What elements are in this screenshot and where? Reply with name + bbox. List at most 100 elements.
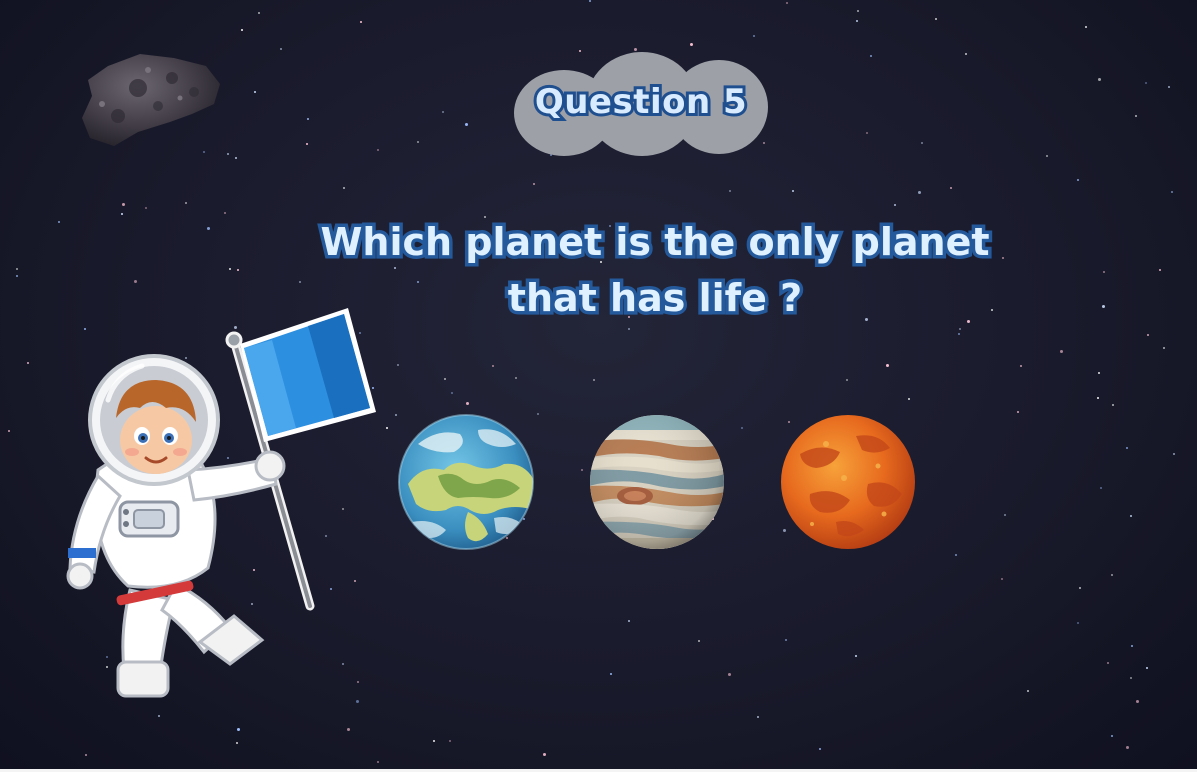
star-dot xyxy=(1111,735,1113,737)
star-dot xyxy=(610,673,612,675)
star-dot xyxy=(58,221,60,223)
star-dot xyxy=(229,268,231,270)
star-dot xyxy=(16,268,18,270)
star-dot xyxy=(628,328,630,330)
star-dot xyxy=(1017,411,1019,413)
star-dot xyxy=(908,398,910,400)
star-dot xyxy=(1102,305,1105,308)
star-dot xyxy=(203,151,205,153)
star-dot xyxy=(360,21,362,23)
star-dot xyxy=(377,149,379,151)
star-dot xyxy=(466,402,469,405)
star-dot xyxy=(1060,350,1063,353)
star-dot xyxy=(307,118,309,120)
star-dot xyxy=(846,379,848,381)
star-dot xyxy=(757,716,759,718)
star-dot xyxy=(1107,662,1109,664)
star-dot xyxy=(593,379,595,381)
star-dot xyxy=(121,213,123,215)
star-dot xyxy=(741,427,743,429)
star-dot xyxy=(207,227,210,230)
star-dot xyxy=(729,190,731,192)
star-dot xyxy=(1111,574,1113,576)
star-dot xyxy=(442,111,444,113)
star-dot xyxy=(728,673,731,676)
star-dot xyxy=(306,143,308,145)
star-dot xyxy=(158,715,160,717)
star-dot xyxy=(855,655,857,657)
star-dot xyxy=(1027,690,1029,692)
star-dot xyxy=(856,20,858,22)
star-dot xyxy=(1004,514,1006,516)
star-dot xyxy=(543,753,546,756)
star-dot xyxy=(533,183,535,185)
star-dot xyxy=(451,392,453,394)
star-dot xyxy=(921,142,923,144)
star-dot xyxy=(237,269,239,271)
star-dot xyxy=(1130,515,1132,517)
star-dot xyxy=(786,2,788,4)
star-dot xyxy=(1098,78,1101,81)
star-dot xyxy=(1077,622,1079,624)
star-dot xyxy=(785,639,787,641)
star-dot xyxy=(395,414,397,416)
star-dot xyxy=(235,157,237,159)
star-dot xyxy=(236,742,238,744)
star-dot xyxy=(886,364,889,367)
star-dot xyxy=(347,728,350,731)
star-dot xyxy=(397,364,399,366)
star-dot xyxy=(1163,347,1165,349)
star-dot xyxy=(343,187,345,189)
answer-jupiter-planet-icon[interactable] xyxy=(589,414,725,550)
star-dot xyxy=(1112,404,1114,406)
star-dot xyxy=(1131,645,1133,647)
star-dot xyxy=(1001,578,1003,580)
star-dot xyxy=(537,413,539,415)
star-dot xyxy=(254,91,256,93)
star-dot xyxy=(241,29,243,31)
star-dot xyxy=(417,141,419,143)
star-dot xyxy=(449,740,451,742)
star-dot xyxy=(433,740,435,742)
question-number-label: Question 5 xyxy=(532,79,750,125)
star-dot xyxy=(1173,453,1175,455)
star-dot xyxy=(959,328,961,330)
star-dot xyxy=(145,207,147,209)
star-dot xyxy=(955,554,957,556)
star-dot xyxy=(280,48,282,50)
answer-earth-planet-icon[interactable] xyxy=(398,414,534,550)
star-dot xyxy=(1100,487,1102,489)
star-dot xyxy=(792,190,794,192)
star-dot xyxy=(958,333,960,335)
star-dot xyxy=(1168,86,1170,88)
star-dot xyxy=(227,153,229,155)
star-dot xyxy=(444,378,446,380)
answer-mars-planet-icon[interactable] xyxy=(780,414,916,550)
star-dot xyxy=(492,365,494,367)
star-dot xyxy=(1146,667,1148,669)
star-dot xyxy=(185,202,187,204)
star-dot xyxy=(690,43,693,46)
game-scene: Question 5 Which planet is the only plan… xyxy=(0,0,1197,772)
star-dot xyxy=(1147,334,1149,336)
star-dot xyxy=(134,280,137,283)
star-dot xyxy=(857,10,859,12)
star-dot xyxy=(1126,447,1128,449)
question-number-badge: Question 5 xyxy=(514,52,768,156)
star-dot xyxy=(753,35,755,37)
star-dot xyxy=(870,55,872,57)
star-dot xyxy=(965,53,967,55)
star-dot xyxy=(1079,587,1081,589)
star-dot xyxy=(122,203,125,206)
star-dot xyxy=(465,123,468,126)
star-dot xyxy=(1103,271,1105,273)
star-dot xyxy=(581,469,583,471)
star-dot xyxy=(27,362,29,364)
star-dot xyxy=(866,132,868,134)
star-dot xyxy=(85,754,87,756)
asteroid-icon xyxy=(82,54,220,146)
star-dot xyxy=(224,212,226,214)
star-dot xyxy=(16,275,18,277)
star-dot xyxy=(628,620,630,622)
star-dot xyxy=(589,0,591,2)
